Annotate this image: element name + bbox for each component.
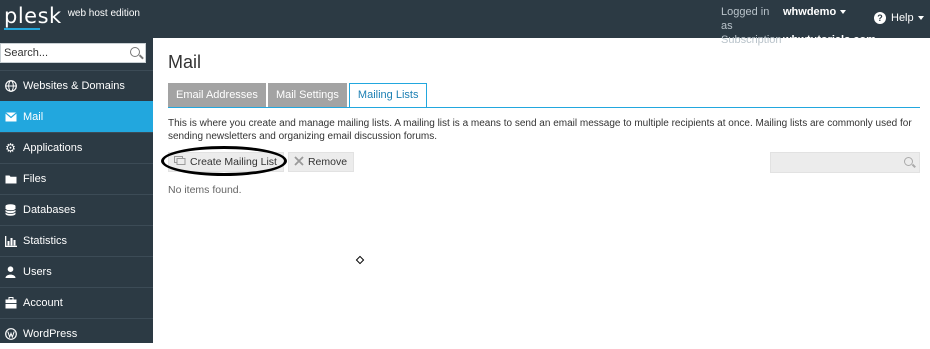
toolbar: Create Mailing List Remove — [161, 146, 358, 176]
user-name: whwdemo — [783, 6, 837, 18]
create-mailing-list-button[interactable]: Create Mailing List — [168, 152, 284, 172]
sidebar-item-label: Files — [23, 173, 47, 185]
tab-email-addresses[interactable]: Email Addresses — [168, 83, 266, 107]
sidebar-item-databases[interactable]: Databases — [0, 194, 153, 225]
sidebar-item-users[interactable]: Users — [0, 256, 153, 287]
remove-button-label: Remove — [307, 156, 348, 168]
create-button-wrapper: Create Mailing List — [161, 146, 288, 176]
mouse-cursor — [355, 255, 365, 265]
mail-icon — [4, 111, 17, 124]
logo-underline — [4, 28, 40, 30]
help-icon: ? — [874, 12, 886, 24]
top-bar: plesk web host edition Logged in as whwd… — [0, 0, 930, 46]
search-input[interactable] — [1, 44, 121, 62]
help-menu[interactable]: ? Help — [874, 12, 924, 24]
create-button-label: Create Mailing List — [190, 156, 277, 168]
mailing-list-icon — [174, 156, 186, 168]
sidebar-item-applications[interactable]: ⚙ Applications — [0, 132, 153, 163]
page-title: Mail — [168, 52, 202, 72]
search-icon[interactable] — [904, 157, 913, 166]
tab-bar: Email Addresses Mail Settings Mailing Li… — [168, 83, 429, 107]
bar-chart-icon — [4, 235, 17, 248]
user-icon — [4, 266, 17, 279]
search-icon[interactable] — [130, 47, 140, 57]
logo-wordmark: plesk — [4, 4, 62, 28]
sidebar-item-label: Statistics — [23, 235, 68, 247]
sidebar-item-label: Users — [23, 266, 52, 278]
sidebar-nav: Websites & Domains Mail ⚙ Applications F… — [0, 70, 153, 349]
sidebar-search — [0, 43, 146, 63]
chevron-down-icon — [917, 16, 924, 20]
main-content: Mail Email Addresses Mail Settings Maili… — [153, 38, 930, 343]
chevron-down-icon — [840, 10, 847, 15]
database-icon — [4, 204, 17, 217]
close-icon — [294, 155, 304, 169]
sidebar-item-files[interactable]: Files — [0, 163, 153, 194]
sidebar-item-label: Account — [23, 297, 63, 309]
sidebar-item-label: Websites & Domains — [23, 80, 125, 92]
sidebar: Websites & Domains Mail ⚙ Applications F… — [0, 38, 153, 343]
tab-mail-settings[interactable]: Mail Settings — [267, 83, 347, 107]
account-icon — [4, 297, 17, 310]
gear-icon: ⚙ — [5, 141, 16, 155]
sidebar-item-wordpress[interactable]: WordPress — [0, 318, 153, 349]
sidebar-item-statistics[interactable]: Statistics — [0, 225, 153, 256]
tab-divider — [168, 107, 920, 108]
help-label: Help — [891, 12, 914, 24]
folder-icon — [4, 173, 17, 186]
logged-in-label: Logged in as — [721, 6, 770, 32]
sidebar-item-label: Mail — [23, 111, 44, 123]
empty-list-message: No items found. — [168, 184, 242, 196]
list-search-field[interactable] — [770, 152, 920, 173]
page-description: This is where you create and manage mail… — [168, 118, 912, 142]
sidebar-item-label: WordPress — [23, 328, 78, 340]
user-menu[interactable]: whwdemo — [783, 5, 847, 33]
sidebar-item-mail[interactable]: Mail — [0, 101, 153, 132]
tab-mailing-lists[interactable]: Mailing Lists — [348, 83, 428, 107]
edition-label: web host edition — [67, 8, 140, 19]
plesk-logo[interactable]: plesk web host edition — [4, 4, 140, 28]
sidebar-item-account[interactable]: Account — [0, 287, 153, 318]
sidebar-item-label: Applications — [23, 142, 83, 154]
sidebar-item-websites-domains[interactable]: Websites & Domains — [0, 70, 153, 101]
sidebar-item-label: Databases — [23, 204, 76, 216]
globe-icon — [4, 80, 17, 93]
wordpress-icon — [4, 328, 17, 341]
remove-button[interactable]: Remove — [287, 152, 355, 172]
